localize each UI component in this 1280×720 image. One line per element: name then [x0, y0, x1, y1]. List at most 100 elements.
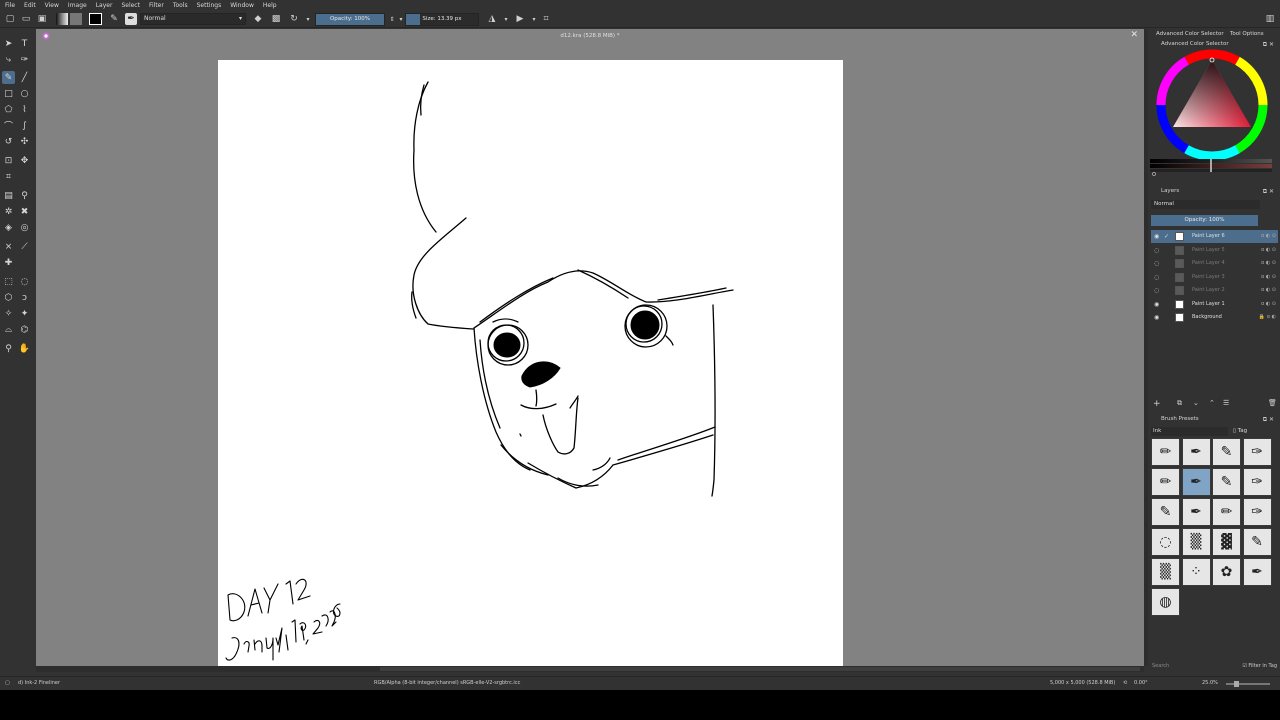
freehand-brush-icon[interactable]: ✎ [2, 71, 15, 84]
menu-layer[interactable]: Layer [96, 2, 113, 9]
ellipse-select-icon[interactable]: ◌ [18, 275, 31, 288]
brush-preset-thumbnail[interactable]: ✒ [1181, 438, 1211, 466]
smart-patch-icon[interactable]: ✖ [18, 205, 31, 218]
layer-flags-icon[interactable]: α ◐ ⊙ [1261, 244, 1276, 257]
edit-brush-icon[interactable]: ✎ [108, 13, 120, 25]
close-icon[interactable]: ⧉ ✕ [1263, 187, 1274, 196]
delete-layer-icon[interactable]: 🗑 [1268, 399, 1277, 407]
brush-preset-thumbnail[interactable]: ✑ [1242, 468, 1272, 496]
menu-view[interactable]: View [45, 2, 59, 9]
assistant-tool-icon[interactable]: ⨯ [2, 240, 15, 253]
move-up-icon[interactable]: ⌃ [1209, 399, 1215, 407]
move-down-icon[interactable]: ⌄ [1193, 399, 1199, 407]
menu-edit[interactable]: Edit [24, 2, 36, 9]
menu-select[interactable]: Select [121, 2, 140, 9]
layer-flags-icon[interactable]: α ◐ ⊙ [1261, 284, 1276, 297]
brush-preset-thumbnail[interactable]: ✑ [1242, 498, 1272, 526]
brush-preset-thumbnail[interactable]: ⁘ [1181, 558, 1211, 586]
ellipse-tool-icon[interactable]: ○ [18, 87, 31, 100]
pan-tool-icon[interactable]: ✋ [18, 342, 31, 355]
new-document-icon[interactable]: ▢ [4, 13, 16, 25]
brush-preset-thumbnail[interactable]: ✒ [1181, 498, 1211, 526]
opacity-slider[interactable]: Opacity: 100% [315, 13, 385, 26]
eye-icon[interactable]: ◉ [1154, 298, 1159, 311]
brush-preset-thumbnail[interactable]: ▒ [1151, 558, 1180, 586]
chevron-down-icon[interactable]: ▾ [302, 13, 314, 25]
menu-file[interactable]: File [5, 2, 15, 9]
foreground-color-swatch[interactable] [89, 13, 102, 25]
layers-opacity-slider[interactable]: Opacity: 100% [1151, 215, 1258, 226]
brush-preset-thumbnail[interactable]: ✎ [1212, 438, 1241, 466]
save-icon[interactable]: ▣ [36, 13, 48, 25]
brush-preset-thumbnail[interactable]: ✑ [1242, 438, 1272, 466]
menu-image[interactable]: Image [68, 2, 87, 9]
calligraphy-icon[interactable]: ✑ [18, 53, 31, 66]
rect-select-icon[interactable]: ⬚ [2, 275, 15, 288]
menu-filter[interactable]: Filter [149, 2, 164, 9]
wrap-around-icon[interactable]: ⌗ [540, 13, 552, 25]
brush-preset-thumbnail[interactable]: ✎ [1151, 498, 1180, 526]
close-icon[interactable]: ⧉ ✕ [1263, 40, 1274, 49]
multibrush-icon[interactable]: ✣ [18, 135, 31, 148]
polygon-select-icon[interactable]: ⬡ [2, 291, 15, 304]
workspace-chooser-icon[interactable]: ▥ [1264, 13, 1276, 25]
bezier-select-icon[interactable]: ⌓ [2, 323, 15, 336]
layer-row[interactable]: ◉ Background 🔒 α ◐ [1151, 311, 1278, 324]
close-icon[interactable]: ✕ [1130, 30, 1138, 40]
color-wheel[interactable] [1152, 49, 1270, 161]
brush-preset-thumbnail[interactable]: ✏ [1212, 498, 1241, 526]
drawing-canvas[interactable] [218, 60, 843, 666]
edit-shapes-icon[interactable]: ⤷ [2, 53, 15, 66]
gradient-swatch[interactable] [56, 13, 68, 25]
layers-blend-select[interactable]: Normal [1151, 200, 1260, 209]
layer-flags-icon[interactable]: α ◐ ⊙ [1261, 298, 1276, 311]
dynamic-brush-icon[interactable]: ↺ [2, 135, 15, 148]
pattern-swatch[interactable] [70, 13, 82, 25]
gradient-tool-icon[interactable]: ▤ [2, 189, 15, 202]
layer-row[interactable]: ◌ Paint Layer 3 α ◐ ⊙ [1151, 271, 1278, 284]
eye-icon[interactable]: ◉ [1154, 311, 1159, 324]
bezier-tool-icon[interactable]: ⌒ [2, 119, 15, 132]
freehand-path-icon[interactable]: ∫ [18, 119, 31, 132]
mirror-vertical-icon[interactable]: ▶ [514, 13, 526, 25]
brush-preset-thumbnail[interactable]: ✒ [1181, 468, 1211, 496]
filter-in-tag-checkbox[interactable]: ☑ Filter in Tag [1242, 663, 1277, 669]
magnetic-select-icon[interactable]: ⌬ [18, 323, 31, 336]
brush-search-input[interactable]: Search [1152, 663, 1169, 669]
duplicate-layer-icon[interactable]: ⧉ [1177, 399, 1182, 408]
fill-tool-icon[interactable]: ◈ [2, 221, 15, 234]
tab-advanced-color-selector[interactable]: Advanced Color Selector [1156, 31, 1224, 37]
menu-help[interactable]: Help [263, 2, 277, 9]
polygon-tool-icon[interactable]: ⬠ [2, 103, 15, 116]
horizontal-scrollbar[interactable] [36, 666, 1144, 672]
layer-row[interactable]: ◌ Paint Layer 2 α ◐ ⊙ [1151, 284, 1278, 297]
brush-preset-thumbnail[interactable]: ✏ [1151, 438, 1180, 466]
open-document-icon[interactable]: ▭ [20, 13, 32, 25]
eye-closed-icon[interactable]: ◌ [1154, 284, 1159, 297]
size-slider[interactable]: Size: 13.39 px [405, 13, 479, 26]
select-shapes-icon[interactable]: ➤ [2, 37, 15, 50]
layer-flags-icon[interactable]: α ◐ ⊙ [1261, 230, 1276, 243]
zoom-slider[interactable] [1226, 681, 1270, 687]
enclose-fill-icon[interactable]: ◎ [18, 221, 31, 234]
layer-flags-icon[interactable]: α ◐ ⊙ [1261, 257, 1276, 270]
crop-tool-icon[interactable]: ⌗ [2, 170, 15, 183]
text-tool-icon[interactable]: T [18, 37, 31, 50]
color-history-strip[interactable] [1150, 159, 1272, 176]
tag-button[interactable]: ▯ Tag [1233, 427, 1247, 436]
freehand-select-icon[interactable]: ↄ [18, 291, 31, 304]
layer-row[interactable]: ◉ Paint Layer 1 α ◐ ⊙ [1151, 298, 1278, 311]
brush-tag-select[interactable]: Ink [1151, 427, 1228, 436]
eye-closed-icon[interactable]: ◌ [1154, 271, 1159, 284]
eye-closed-icon[interactable]: ◌ [1154, 257, 1159, 270]
rotate-icon[interactable]: ⟲ [1123, 677, 1127, 690]
reload-preset-icon[interactable]: ↻ [288, 13, 300, 25]
tab-tool-options[interactable]: Tool Options [1230, 31, 1264, 37]
rectangle-tool-icon[interactable]: □ [2, 87, 15, 100]
layer-row[interactable]: ◉ ✓ Paint Layer 6 α ◐ ⊙ [1151, 230, 1278, 243]
brush-preset-thumbnail[interactable]: ◍ [1151, 588, 1180, 616]
blend-mode-select[interactable]: Normal ▾ [140, 13, 246, 25]
contiguous-select-icon[interactable]: ✧ [2, 307, 15, 320]
eraser-mode-icon[interactable]: ◆ [252, 13, 264, 25]
layer-row[interactable]: ◌ Paint Layer 4 α ◐ ⊙ [1151, 257, 1278, 270]
